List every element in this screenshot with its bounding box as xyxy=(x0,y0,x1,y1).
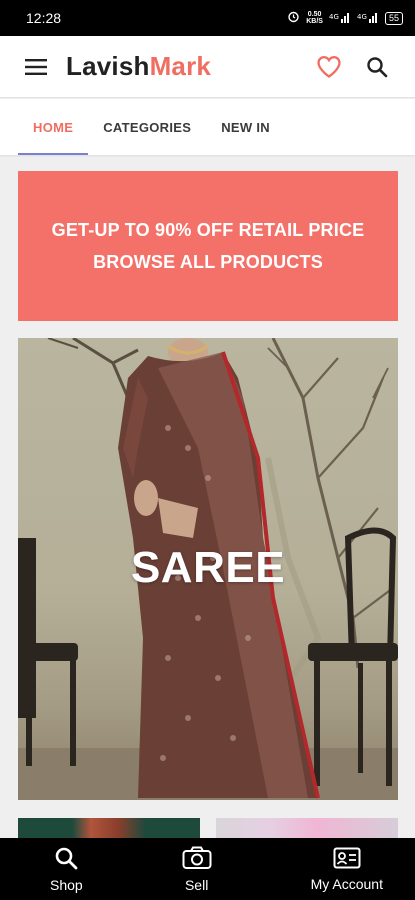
signal-icon: 4G xyxy=(329,11,351,26)
tab-new-in[interactable]: NEW IN xyxy=(206,99,285,155)
id-card-icon xyxy=(333,847,361,872)
nav-my-account-label: My Account xyxy=(310,875,383,892)
category-card-2[interactable] xyxy=(18,818,200,840)
category-card-3[interactable] xyxy=(216,818,398,840)
battery-icon: 55 xyxy=(384,11,403,25)
status-indicators: 0.50 KB/S 4G 4G 55 xyxy=(287,10,403,26)
nav-shop-label: Shop xyxy=(50,876,83,893)
nav-shop[interactable]: Shop xyxy=(50,838,83,900)
category-card-saree[interactable]: SAREE xyxy=(18,338,398,800)
search-icon xyxy=(54,846,78,873)
app-bar: LavishMark xyxy=(0,36,415,98)
menu-icon[interactable] xyxy=(24,55,48,79)
svg-text:4G: 4G xyxy=(329,13,339,21)
nav-sell-label: Sell xyxy=(184,876,209,893)
nav-my-account[interactable]: My Account xyxy=(311,838,383,900)
tab-home[interactable]: HOME xyxy=(18,99,89,155)
tab-categories[interactable]: CATEGORIES xyxy=(88,99,206,155)
tab-bar: HOME CATEGORIES NEW IN xyxy=(0,99,415,155)
svg-text:4G: 4G xyxy=(357,13,367,21)
camera-icon xyxy=(182,846,212,873)
header-actions xyxy=(315,53,391,81)
search-icon[interactable] xyxy=(363,53,391,81)
bottom-nav: Shop Sell My Account xyxy=(0,838,415,900)
heart-icon[interactable] xyxy=(315,53,343,81)
logo-part-1: Lavish xyxy=(66,51,150,81)
app-logo[interactable]: LavishMark xyxy=(66,51,211,82)
promo-line-2: BROWSE ALL PRODUCTS xyxy=(93,252,323,272)
signal-icon-2: 4G xyxy=(357,11,379,26)
alarm-icon xyxy=(287,10,300,26)
promo-banner[interactable]: GET-UP TO 90% OFF RETAIL PRICE BROWSE AL… xyxy=(18,171,398,321)
status-time: 12:28 xyxy=(26,10,62,26)
network-speed: 0.50 KB/S xyxy=(306,11,323,25)
promo-line-1: GET-UP TO 90% OFF RETAIL PRICE xyxy=(51,220,365,240)
nav-sell[interactable]: Sell xyxy=(182,838,212,900)
category-label: SAREE xyxy=(130,543,286,592)
status-bar: 12:28 0.50 KB/S 4G 4G 55 xyxy=(0,0,415,36)
logo-part-2: Mark xyxy=(149,51,212,81)
